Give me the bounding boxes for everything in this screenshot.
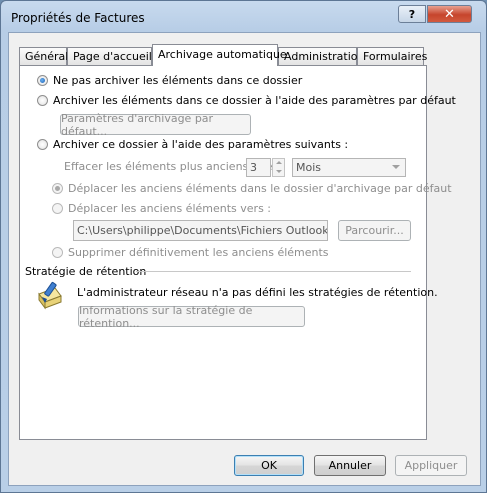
- tab-page-accueil[interactable]: Page d'accueil: [67, 47, 152, 65]
- tab-administration[interactable]: Administration: [278, 47, 365, 65]
- spin-up-icon: [276, 161, 282, 164]
- radio-move-default[interactable]: [52, 183, 63, 194]
- clean-value-spinner[interactable]: [272, 158, 285, 177]
- retention-info-button[interactable]: Informations sur la stratégie de rétenti…: [78, 304, 305, 330]
- radio-delete-permanently-label: Supprimer définitivement les anciens élé…: [68, 246, 329, 259]
- radio-no-archive-label: Ne pas archiver les éléments dans ce dos…: [53, 74, 303, 87]
- chevron-down-icon: [392, 165, 400, 169]
- radio-custom-archive-label: Archiver ce dossier à l'aide des paramèt…: [53, 138, 349, 151]
- apply-button[interactable]: Appliquer: [395, 455, 467, 476]
- default-settings-button[interactable]: Paramètres d'archivage par défaut...: [60, 112, 251, 138]
- browse-button[interactable]: Parcourir...: [338, 220, 411, 241]
- ok-button[interactable]: OK: [234, 455, 304, 476]
- clean-unit-value: Mois: [296, 161, 322, 174]
- radio-default-archive-label: Archiver les éléments dans ce dossier à …: [53, 94, 456, 107]
- radio-move-to[interactable]: [52, 203, 63, 214]
- retention-message: L'administrateur réseau n'a pas défini l…: [77, 286, 438, 299]
- radio-delete-permanently[interactable]: [52, 247, 63, 258]
- help-icon: ?: [408, 7, 416, 21]
- retention-divider: [136, 271, 411, 272]
- dialog-client-area: Général Page d'accueil Archivage automat…: [8, 32, 481, 486]
- close-icon: ✕: [444, 6, 455, 22]
- radio-move-to-label: Déplacer les anciens éléments vers :: [68, 202, 272, 215]
- tab-general[interactable]: Général: [19, 47, 68, 65]
- archive-path-field[interactable]: C:\Users\philippe\Documents\Fichiers Out…: [73, 220, 328, 241]
- radio-no-archive[interactable]: [37, 75, 48, 86]
- radio-move-default-label: Déplacer les anciens éléments dans le do…: [68, 182, 452, 195]
- clean-unit-select[interactable]: Mois: [292, 158, 406, 177]
- tab-panel: Ne pas archiver les éléments dans ce dos…: [19, 65, 456, 440]
- window-title: Propriétés de Factures: [11, 11, 145, 25]
- tab-archivage-automatique[interactable]: Archivage automatique: [152, 44, 287, 66]
- radio-custom-archive[interactable]: [37, 139, 48, 150]
- tab-formulaires[interactable]: Formulaires: [357, 47, 427, 65]
- dialog-window: Propriétés de Factures ? ✕ Général Page …: [0, 0, 487, 493]
- retention-heading: Stratégie de rétention: [25, 265, 147, 278]
- close-button[interactable]: ✕: [427, 5, 472, 23]
- clean-older-label: Effacer les éléments plus anciens que: [64, 160, 273, 173]
- spin-down-icon: [276, 170, 282, 173]
- help-button[interactable]: ?: [398, 5, 426, 23]
- clean-value-field[interactable]: 3: [246, 158, 271, 177]
- cancel-button[interactable]: Annuler: [314, 455, 386, 476]
- radio-default-archive[interactable]: [37, 95, 48, 106]
- retention-policy-icon: [33, 280, 65, 312]
